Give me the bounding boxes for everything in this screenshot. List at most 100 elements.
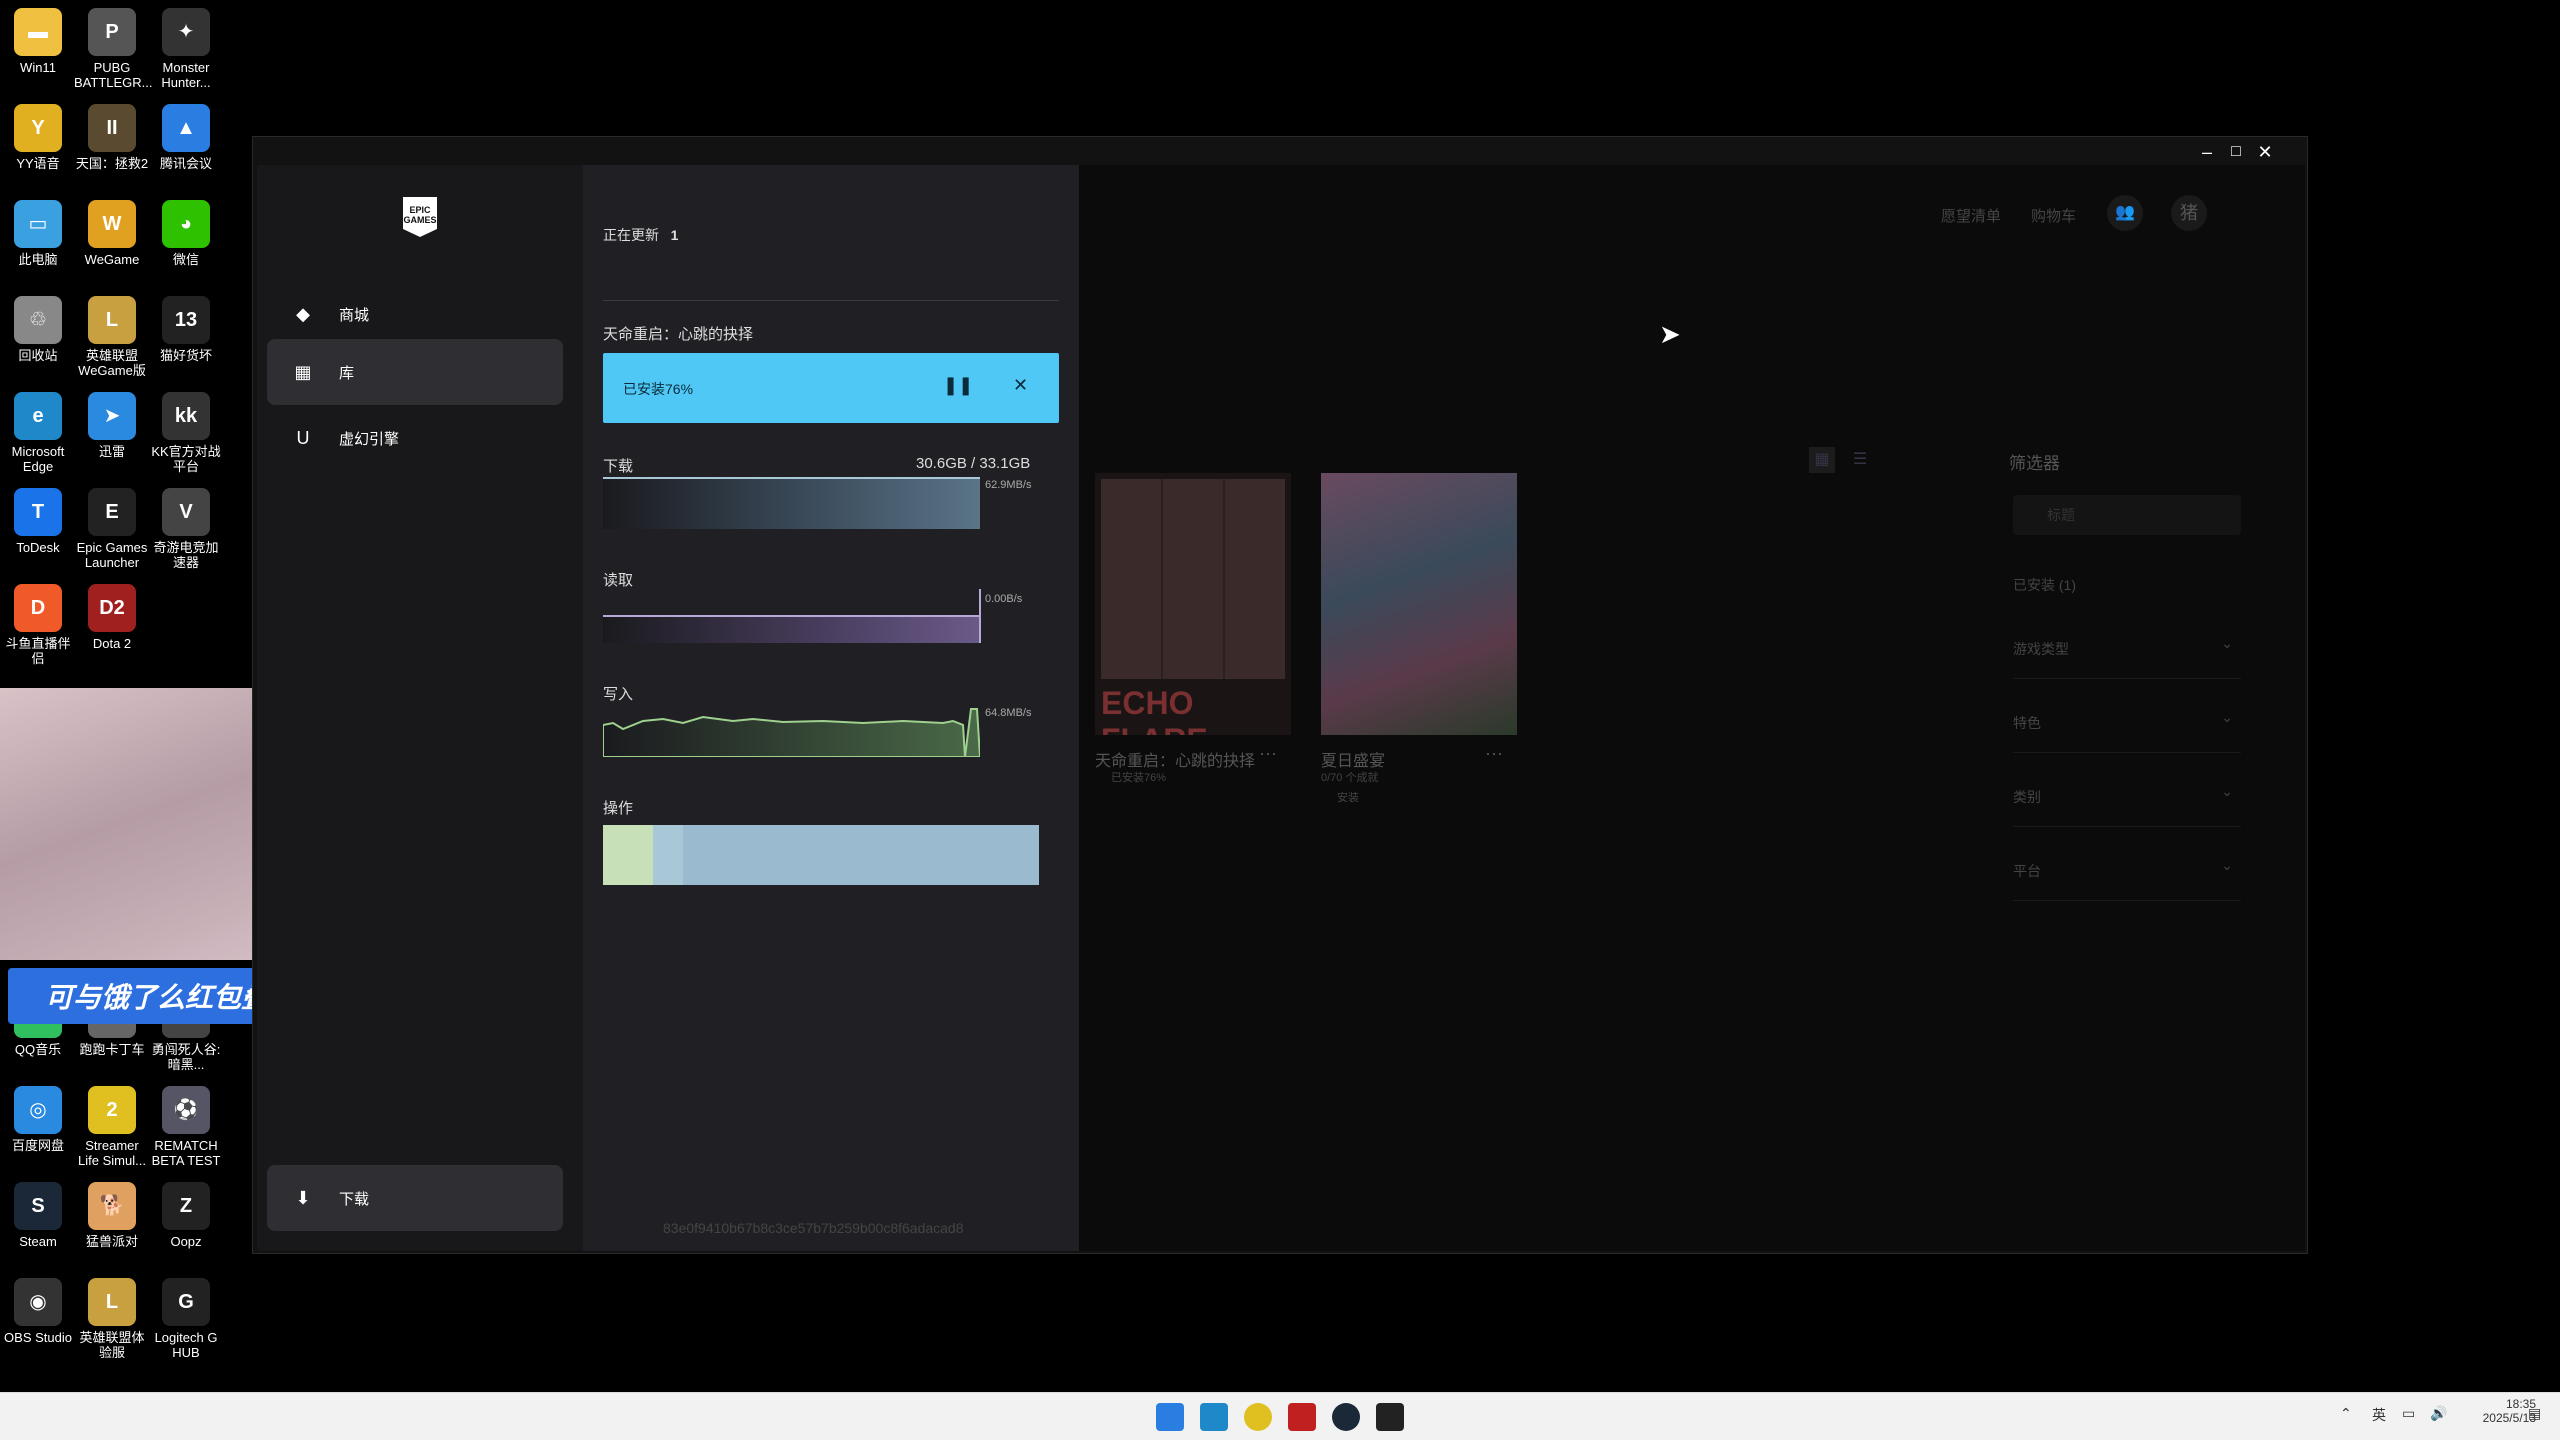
app-icon: L [88,296,136,344]
sidebar-item-label: 虚幻引擎 [339,430,400,448]
desktop-icon[interactable]: Z Oopz [148,1182,224,1249]
input-language[interactable]: 英 [2372,1405,2386,1425]
desktop-icon[interactable]: 🐕 猛兽派对 [74,1182,150,1249]
downloads-panel: 正在更新 1 天命重启：心跳的抉择 已安装76% ❚❚ ✕ 下载 30.6GB … [583,165,1079,1251]
grid-icon: ▦ [294,361,312,382]
desktop-icon[interactable]: 13 猫好货坏 [148,296,224,363]
desktop-icon[interactable]: ◎ 百度网盘 [0,1086,76,1153]
write-rate: 64.8MB/s [985,707,1032,719]
desktop-icon[interactable]: P PUBG BATTLEGR... [74,8,153,90]
cart-link[interactable]: 购物车 [2031,205,2076,226]
desktop-icon-label: OBS Studio [4,1330,72,1345]
list-view-icon[interactable]: ☰ [1847,447,1873,473]
filter-dropdown[interactable]: 平台 ⌄ [2013,857,2241,901]
friends-icon[interactable]: 👥 [2107,195,2143,231]
desktop-icon[interactable]: ✦ Monster Hunter... [148,8,224,90]
app-icon: E [88,488,136,536]
sidebar-item-store[interactable]: ◆ 商城 [267,281,563,347]
desktop-icon[interactable]: W WeGame [74,200,150,267]
filter-dropdown[interactable]: 类别 ⌄ [2013,783,2241,827]
desktop-icon[interactable]: II 天国：拯救2 [74,104,150,171]
epic-taskbar-icon[interactable] [1376,1403,1404,1431]
desktop-icon[interactable]: V 奇游电竞加速器 [148,488,224,570]
app-icon: P [88,8,136,56]
desktop-icon[interactable]: ◉ OBS Studio [0,1278,76,1345]
more-icon[interactable]: ··· [1485,743,1503,764]
game-card[interactable] [1321,473,1517,735]
desktop-icon[interactable]: ♲ 回收站 [0,296,76,363]
game-title: 天命重启：心跳的抉择 [603,326,754,343]
titlebar: – □ ✕ [253,137,2307,165]
app-icon: ◎ [14,1086,62,1134]
desktop-icon[interactable]: 2 Streamer Life Simul... [74,1086,150,1168]
desktop-icon-label: WeGame [84,252,140,267]
chevron-down-icon: ⌄ [2221,635,2233,651]
install-link[interactable]: 安装 [1337,789,1359,805]
filter-dropdown[interactable]: 特色 ⌄ [2013,709,2241,753]
operations-segment [603,825,653,885]
taskbar-app-icon[interactable] [1200,1403,1228,1431]
desktop-icon[interactable]: D 斗鱼直播伴侣 [0,584,76,666]
sidebar-item-unreal[interactable]: U 虚幻引擎 [267,405,563,471]
taskbar-app-icon[interactable] [1332,1403,1360,1431]
more-icon[interactable]: ··· [1259,743,1277,764]
app-icon: ▬ [14,8,62,56]
grid-view-icon[interactable]: ▦ [1809,447,1835,473]
wishlist-link[interactable]: 愿望清单 [1941,205,2001,226]
desktop-icon[interactable]: T ToDesk [0,488,76,555]
desktop-icon[interactable]: Y YY语音 [0,104,76,171]
installed-filter[interactable]: 已安装 (1) [2013,575,2076,595]
desktop-icon-label: 天国：拯救2 [75,156,149,171]
desktop-icon[interactable]: E Epic Games Launcher [74,488,150,570]
game-title[interactable]: 夏日盛宴 [1321,747,1385,771]
network-icon[interactable]: ▭ [2402,1405,2415,1422]
tray-chevron-icon[interactable]: ⌃ [2340,1405,2352,1422]
minimize-icon[interactable]: – [2193,141,2221,163]
avatar[interactable]: 猪 [2171,195,2207,231]
desktop-icon[interactable]: D2 Dota 2 [74,584,150,651]
epic-logo[interactable]: EPIC GAMES [403,197,437,237]
read-label: 读取 [603,572,634,589]
desktop-icon-label: Epic Games Launcher [76,540,148,570]
desktop-icon-label: 腾讯会议 [159,156,212,171]
close-icon[interactable]: ✕ [2251,141,2279,163]
desktop-icon[interactable]: ▭ 此电脑 [0,200,76,267]
filter-dropdown[interactable]: 游戏类型 ⌄ [2013,635,2241,679]
desktop-icon[interactable]: S Steam [0,1182,76,1249]
maximize-icon[interactable]: □ [2222,141,2250,163]
sidebar-item-downloads[interactable]: ⬇ 下载 [267,1165,563,1231]
desktop-icon[interactable]: L 英雄联盟 WeGame版 [74,296,150,378]
clock[interactable]: 18:35 2025/5/13 [2456,1397,2536,1425]
desktop-icon[interactable]: ◕ 微信 [148,200,224,267]
updating-label: 正在更新 1 [603,227,679,243]
desktop-icon[interactable]: kk KK官方对战平台 [148,392,224,474]
app-icon: D [14,584,62,632]
volume-icon[interactable]: 🔊 [2430,1405,2447,1422]
desktop-icon[interactable]: ▲ 腾讯会议 [148,104,224,171]
desktop-icon-label: Microsoft Edge [11,444,65,474]
sidebar: EPIC GAMES ◆ 商城 ▦ 库 U 虚幻引擎 ⬇ 下载 [257,165,583,1251]
pause-icon[interactable]: ❚❚ [943,375,973,396]
desktop-icon[interactable]: G Logitech G HUB [148,1278,224,1360]
game-card[interactable]: ECHO FLARE [1095,473,1291,735]
clock-date: 2025/5/13 [2482,1411,2536,1425]
start-icon[interactable] [1156,1403,1184,1431]
game-title[interactable]: 天命重启：心跳的抉择 [1095,747,1255,771]
desktop-icon[interactable]: ➤ 迅雷 [74,392,150,459]
taskbar-app-icon[interactable] [1288,1403,1316,1431]
desktop-icon[interactable]: ⚽ REMATCH BETA TEST [148,1086,224,1168]
desktop-icon[interactable]: L 英雄联盟体验服 [74,1278,150,1360]
game-status: 已安装76% [1111,772,1167,784]
app-icon: 13 [162,296,210,344]
desktop-icon[interactable]: ▬ Win11 [0,8,76,75]
notification-icon[interactable]: ▤ [2528,1405,2541,1422]
cancel-icon[interactable]: ✕ [1013,375,1028,396]
taskbar-app-icon[interactable] [1244,1403,1272,1431]
search-input[interactable]: 标题 [2013,495,2241,535]
desktop-icon-label: 英雄联盟体验服 [79,1330,145,1360]
desktop-icon[interactable]: e Microsoft Edge [0,392,76,474]
desktop-icon-label: PUBG BATTLEGR... [74,60,153,90]
sidebar-item-library[interactable]: ▦ 库 [267,339,563,405]
download-size: 30.6GB / 33.1GB [916,455,1031,472]
sidebar-item-label: 下载 [339,1190,370,1208]
